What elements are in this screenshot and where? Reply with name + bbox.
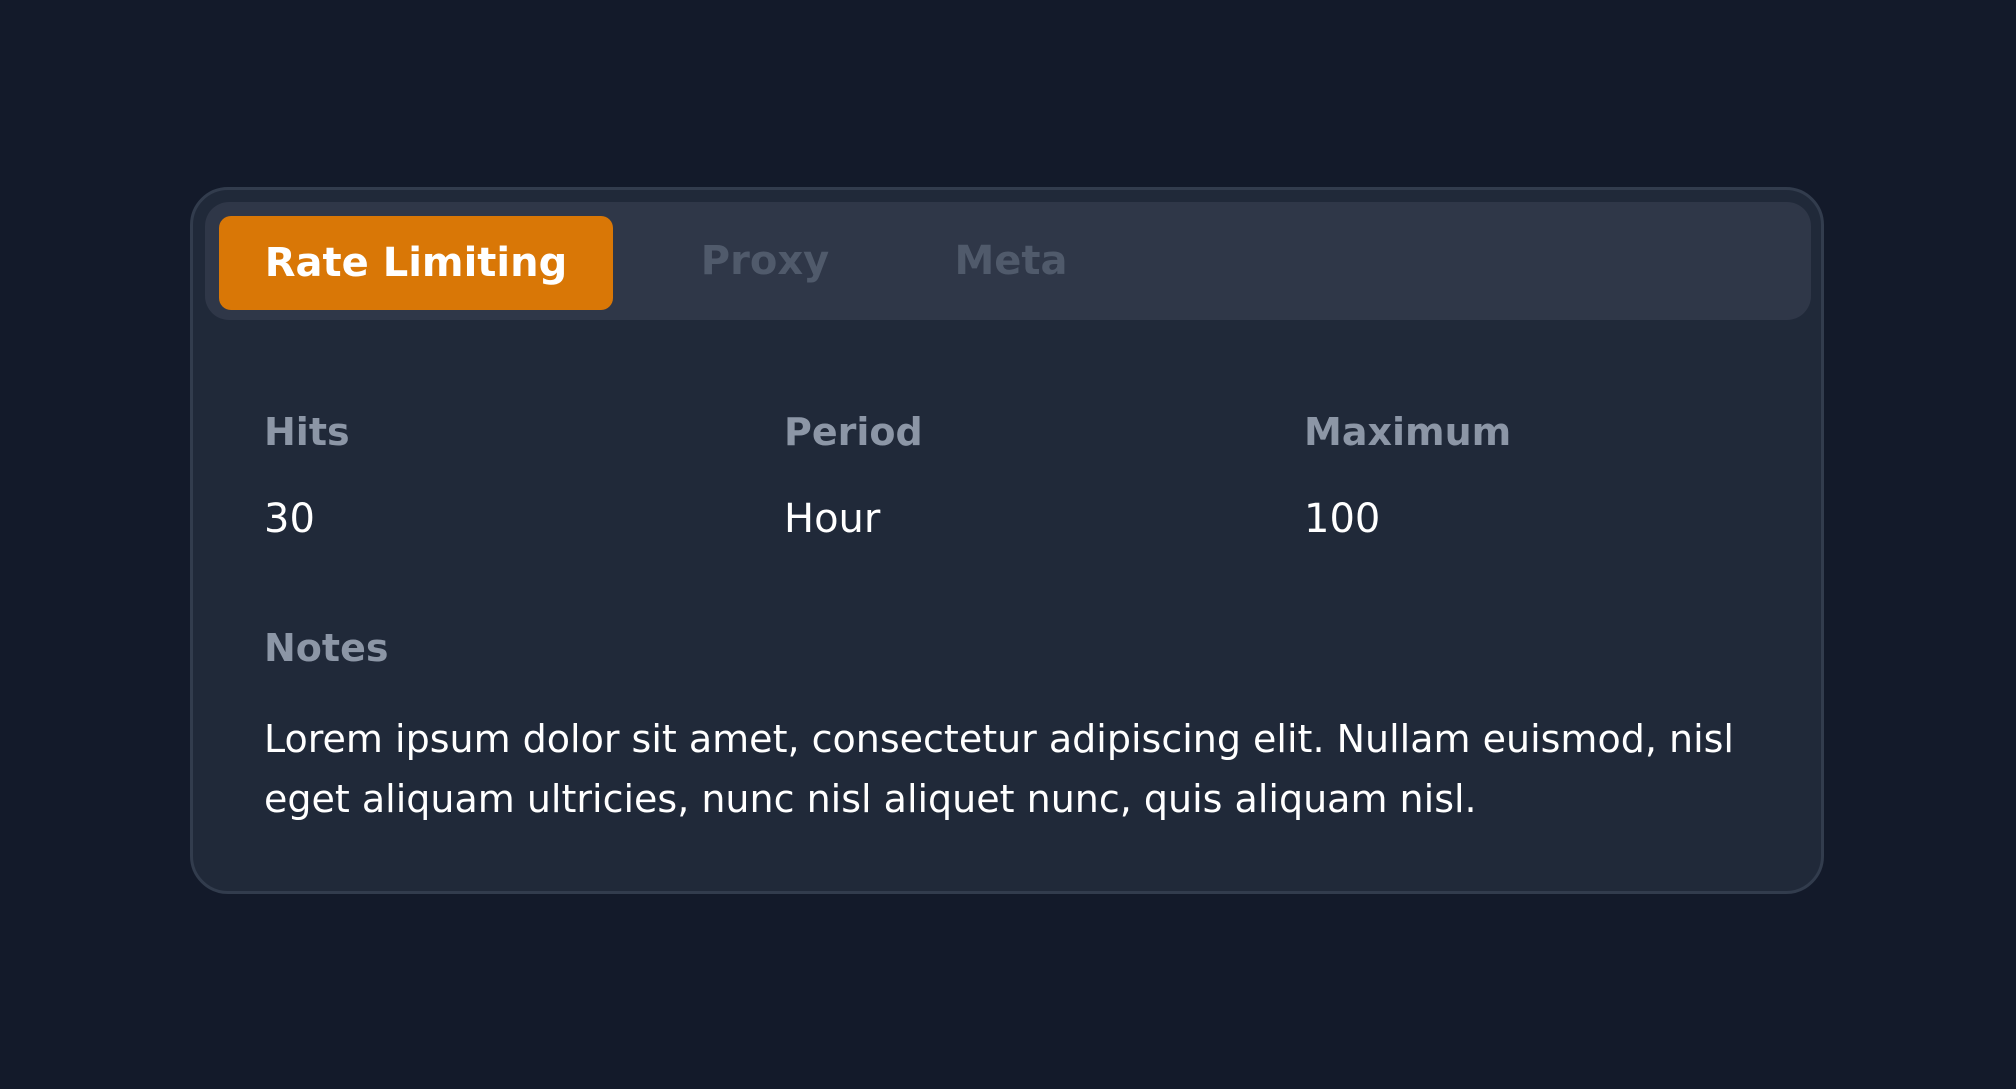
- maximum-value: 100: [1304, 496, 1381, 542]
- tab-meta[interactable]: Meta: [911, 202, 1111, 320]
- tab-proxy[interactable]: Proxy: [665, 202, 865, 320]
- period-value: Hour: [784, 496, 881, 542]
- settings-card: Rate Limiting Proxy Meta Hits 30 Period …: [190, 187, 1824, 894]
- hits-value: 30: [264, 496, 315, 542]
- tab-bar: Rate Limiting Proxy Meta: [205, 202, 1811, 320]
- maximum-label: Maximum: [1304, 410, 1512, 454]
- notes-label: Notes: [264, 626, 389, 670]
- tab-rate-limiting[interactable]: Rate Limiting: [219, 216, 613, 310]
- notes-text: Lorem ipsum dolor sit amet, consectetur …: [264, 717, 1734, 821]
- hits-label: Hits: [264, 410, 350, 454]
- period-label: Period: [784, 410, 923, 454]
